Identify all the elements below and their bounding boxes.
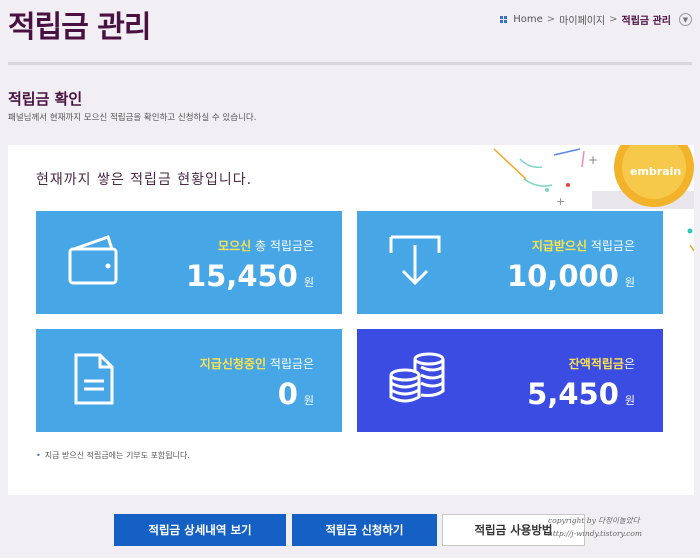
breadcrumb-separator: > [546,14,556,25]
card-label-text: 적립금은 [266,357,314,371]
header-divider [8,62,692,65]
card-amount: 10,000 원 [507,259,635,293]
amount-unit: 원 [303,394,314,407]
home-grid-icon [500,16,508,23]
coins-icon [389,352,445,403]
card-label: 지급받으신 적립금은 [532,237,635,254]
pending-savings-card: 지급신청중인 적립금은 0 원 [36,329,342,432]
svg-text:+: + [588,153,598,167]
amount-value: 5,450 [527,377,619,411]
section-description: 패널님께서 현재까지 모으신 적립금을 확인하고 신청하실 수 있습니다. [8,113,257,123]
amount-unit: 원 [624,394,635,407]
card-label-highlight: 잔액적립금 [568,357,624,371]
note-bullet: • [36,451,41,460]
page-title: 적립금 관리 [8,10,151,45]
donation-note: • 지급 받으신 적립금에는 기부도 포함됩니다. [36,450,190,461]
watermark-line: http://j-windy.tistory.com [548,529,643,538]
card-amount: 0 원 [278,377,314,411]
copyright-watermark: copyright by 다정이놀았다 http://j-windy.tisto… [548,514,696,540]
card-label-text: 적립금은 [587,239,635,253]
watermark-line: copyright by 다정이놀았다 [548,516,640,525]
svg-text:+: + [556,195,565,208]
card-label-text: 은 [623,357,635,371]
card-label: 잔액적립금은 [569,355,635,372]
savings-detail-button[interactable]: 적립금 상세내역 보기 [114,514,286,546]
amount-value: 0 [277,377,298,411]
note-text: 지급 받으신 적립금에는 기부도 포함됩니다. [44,451,190,460]
savings-apply-button[interactable]: 적립금 신청하기 [292,514,437,546]
amount-unit: 원 [303,276,314,289]
breadcrumb-home[interactable]: Home [513,14,543,25]
amount-value: 10,000 [506,259,619,293]
savings-panel: + + embrain 현재까지 쌓은 적립금 현황입니다. 모으신 총 적립금… [8,145,694,495]
breadcrumb: Home > 마이페이지 > 적립금 관리 ▼ [500,12,692,27]
download-arrow-icon [389,235,441,286]
card-label-highlight: 모으신 [218,239,252,253]
card-label: 지급신청중인 적립금은 [200,355,314,372]
card-amount: 5,450 원 [527,377,635,411]
balance-savings-card: 잔액적립금은 5,450 원 [357,329,663,432]
section-title: 적립금 확인 [8,90,83,108]
breadcrumb-mypage[interactable]: 마이페이지 [559,12,605,27]
chevron-down-icon[interactable]: ▼ [679,13,692,26]
total-savings-card: 모으신 총 적립금은 15,450 원 [36,211,342,314]
card-label-text: 총 적립금은 [251,239,314,253]
card-label-highlight: 지급받으신 [531,239,588,253]
amount-value: 15,450 [185,259,298,293]
panel-heading: 현재까지 쌓은 적립금 현황입니다. [36,172,253,188]
card-label-highlight: 지급신청중인 [199,357,267,371]
card-amount: 15,450 원 [186,259,314,293]
wallet-icon [68,235,118,285]
document-icon [74,353,114,405]
embrain-logo: embrain [630,165,681,178]
breadcrumb-separator: > [609,14,618,25]
breadcrumb-current: 적립금 관리 [621,16,671,27]
received-savings-card: 지급받으신 적립금은 10,000 원 [357,211,663,314]
card-label: 모으신 총 적립금은 [218,237,314,254]
amount-unit: 원 [624,276,635,289]
